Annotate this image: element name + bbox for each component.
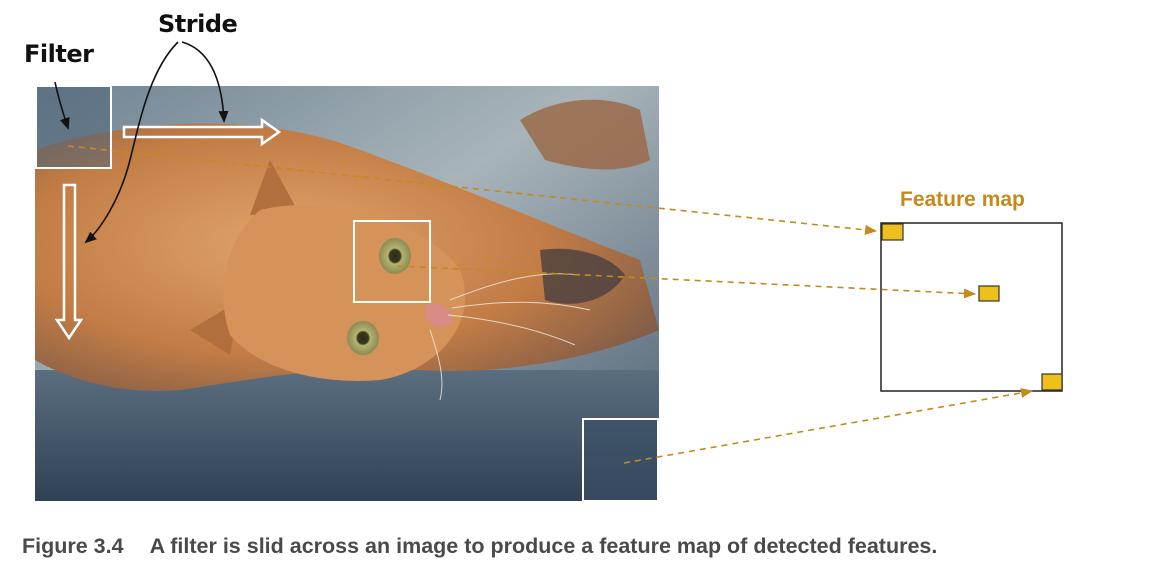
feature-cell-bottom-right [1041, 373, 1063, 391]
feature-cell-center [978, 285, 1000, 302]
feature-map-box [880, 222, 1063, 392]
feature-cell-top-left [881, 223, 904, 241]
diagram-canvas [35, 41, 1063, 502]
filter-window-top-left [35, 85, 112, 169]
mapping-arrow-bottom-right [623, 387, 1033, 464]
filter-window-bottom-right [582, 418, 659, 502]
caption-number: Figure 3.4 [22, 534, 124, 558]
cat-photo [35, 86, 659, 501]
caption-text: A filter is slid across an image to prod… [149, 534, 938, 558]
figure-caption: Figure 3.4 A filter is slid across an ima… [22, 534, 937, 559]
